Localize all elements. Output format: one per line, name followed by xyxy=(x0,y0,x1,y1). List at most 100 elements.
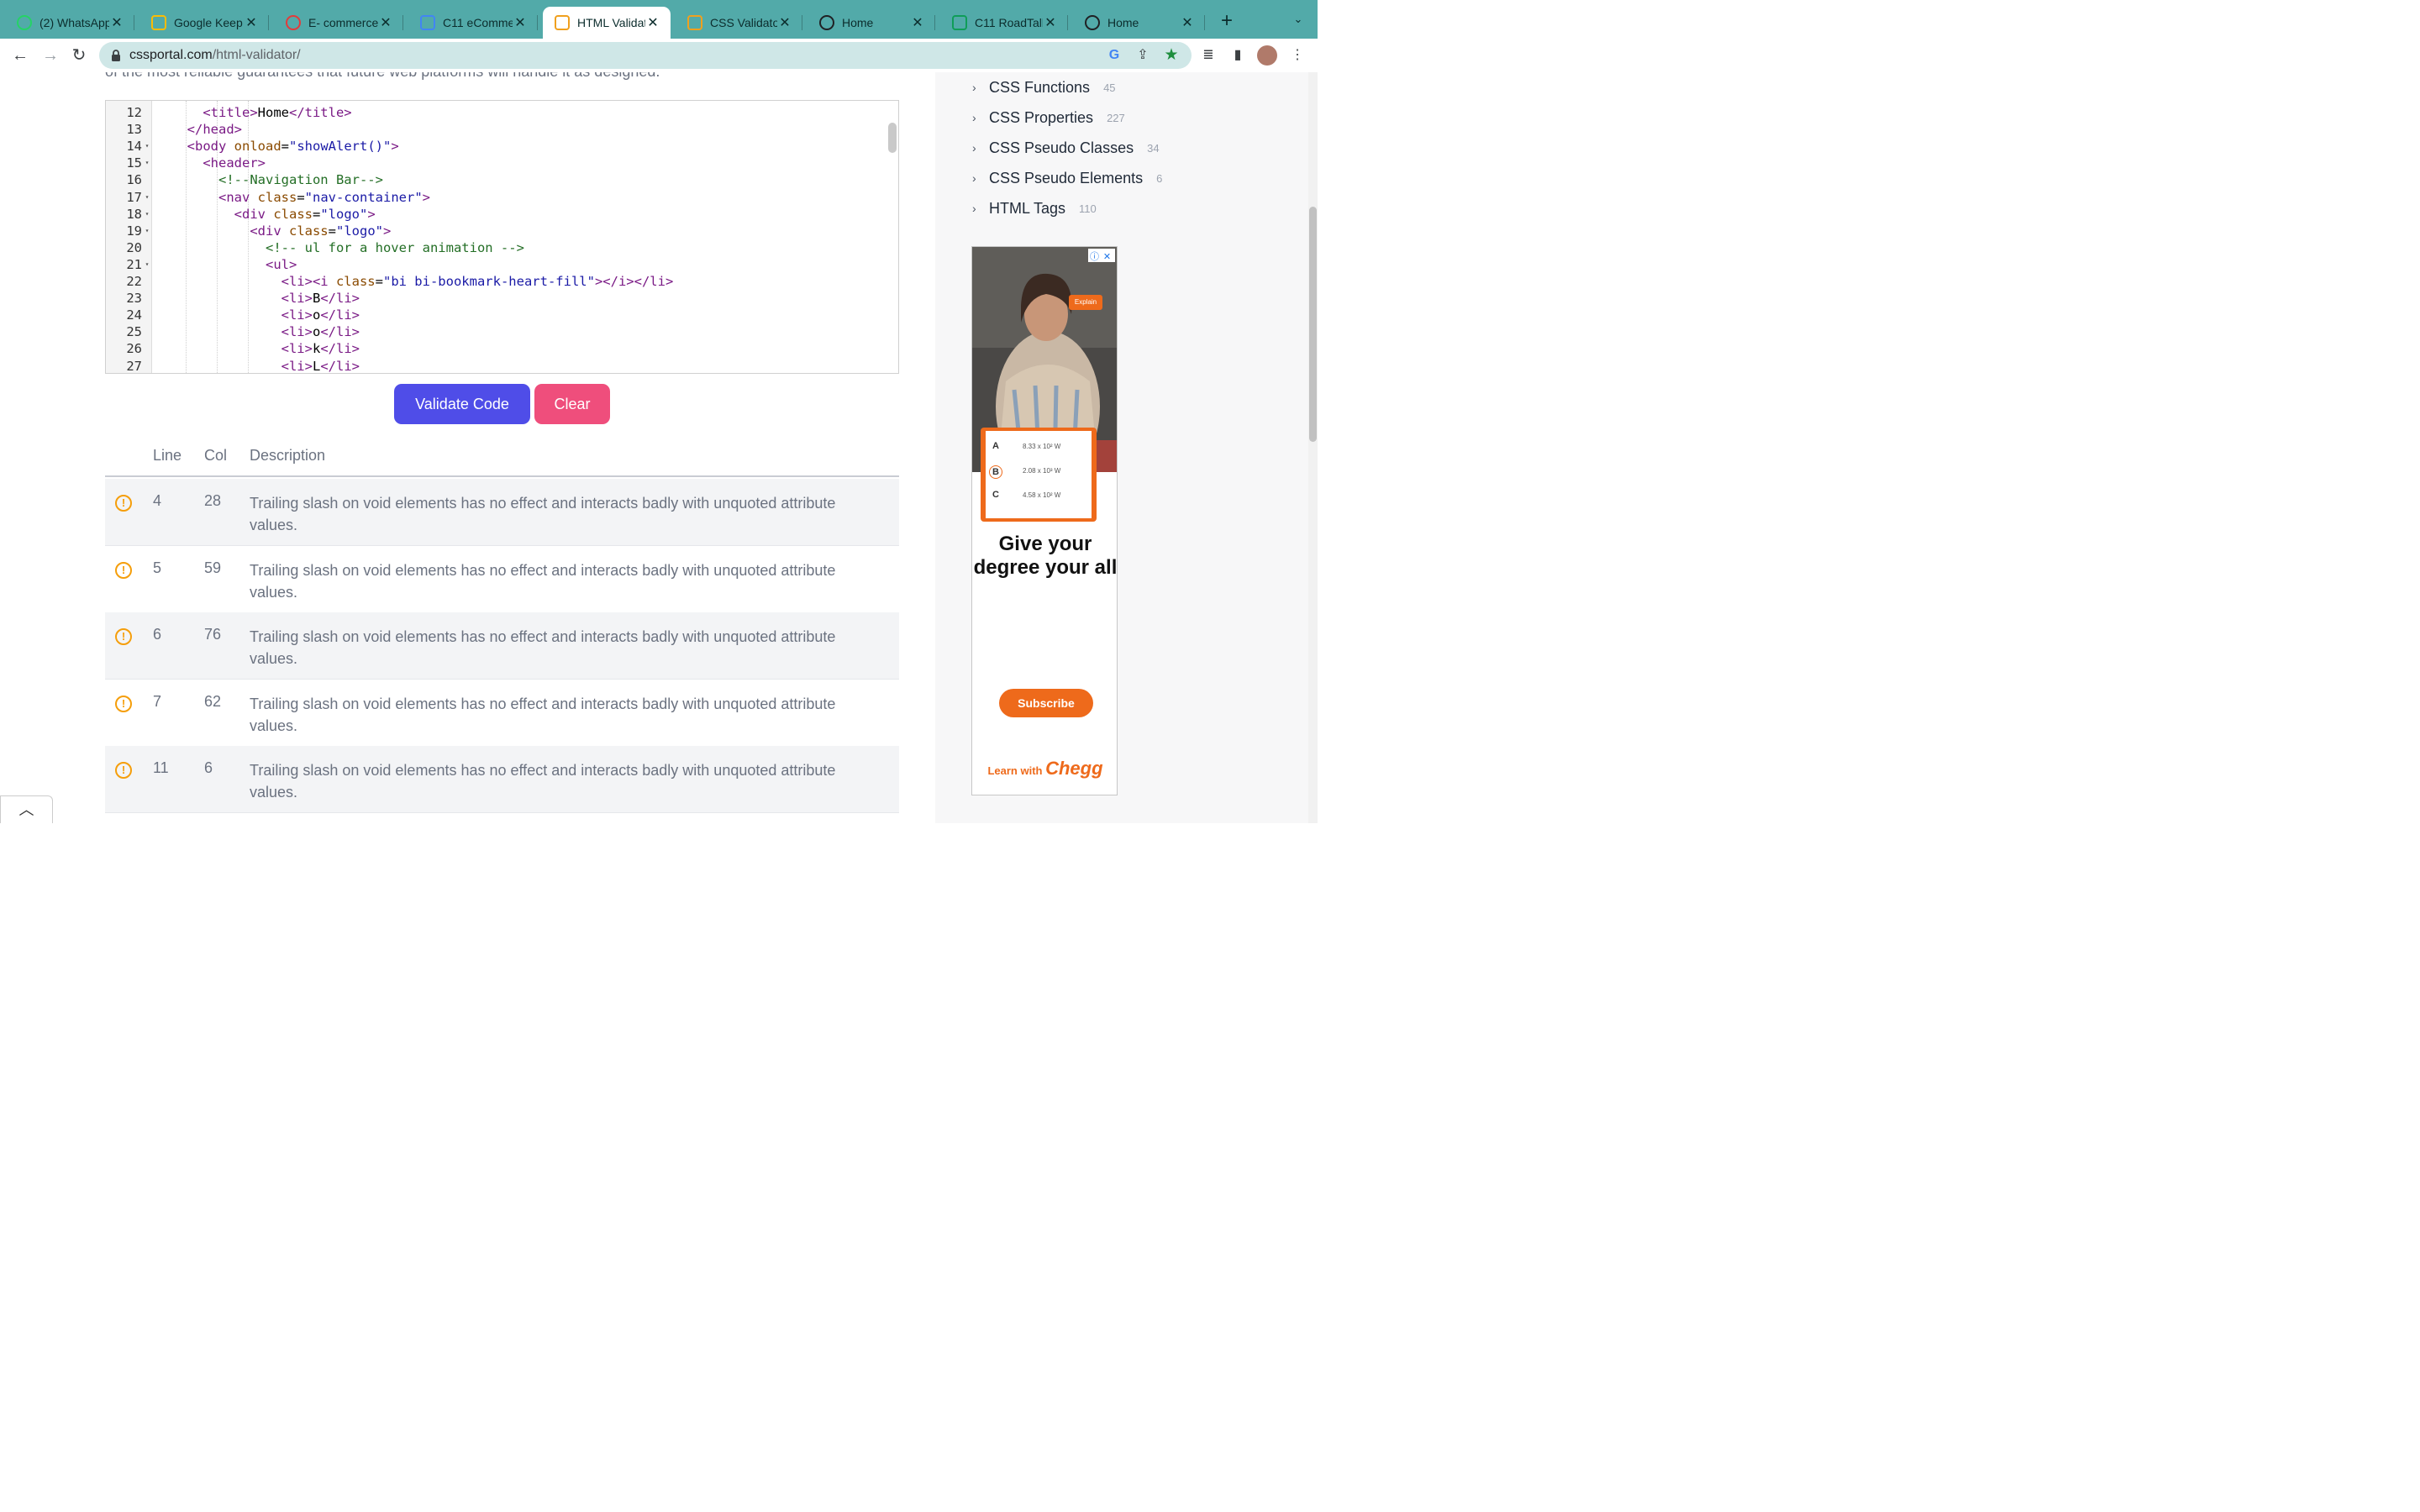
code-token: Home xyxy=(257,105,289,120)
fold-arrow-icon[interactable]: ▾ xyxy=(143,155,151,171)
chegg-logo: Learn with Chegg xyxy=(987,758,1103,779)
ad-explain-badge: Explain xyxy=(1069,295,1102,310)
fold-arrow-icon[interactable]: ▾ xyxy=(143,138,151,155)
result-col: 28 xyxy=(204,492,222,509)
code-line[interactable]: 23 <li>B</li> xyxy=(106,290,898,307)
lock-icon xyxy=(112,50,120,61)
address-bar[interactable]: cssportal.com/html-validator/ G ⇪ ★ xyxy=(99,42,1192,69)
code-line[interactable]: 24 <li>o</li> xyxy=(106,307,898,323)
code-editor[interactable]: 12 <title>Home</title> 13 </head> 14 ▾ <bod… xyxy=(105,100,899,374)
browser-tab[interactable]: Google Keep ✕ xyxy=(139,7,269,39)
tab-separator xyxy=(537,15,538,30)
tab-close-icon[interactable]: ✕ xyxy=(1180,14,1195,31)
sidebar-item[interactable]: › HTML Tags 110 xyxy=(972,198,1097,218)
code-token: <ul> xyxy=(171,256,297,272)
clear-button[interactable]: Clear xyxy=(534,384,610,424)
ad-subscribe-button[interactable]: Subscribe xyxy=(999,689,1093,717)
tab-close-icon[interactable]: ✕ xyxy=(1043,14,1058,31)
code-token: class xyxy=(273,206,313,222)
warning-icon: ! xyxy=(115,628,132,645)
result-row: ! 5 59 Trailing slash on void elements has … xyxy=(105,546,899,613)
code-line[interactable]: 16 <!--Navigation Bar--> xyxy=(106,171,898,188)
browser-tab[interactable]: (2) WhatsApp ✕ xyxy=(5,7,134,39)
code-token: > xyxy=(391,139,399,155)
ad-option-letter: B xyxy=(989,465,1002,479)
code-token: = xyxy=(313,206,321,222)
sidebar-item-count: 227 xyxy=(1107,111,1125,124)
code-token: </li> xyxy=(320,324,360,340)
page-scrollbar[interactable] xyxy=(1308,72,1318,823)
line-number: 25 xyxy=(126,324,142,340)
code-line[interactable]: 13 </head> xyxy=(106,121,898,138)
browser-tab[interactable]: Home ✕ xyxy=(808,7,935,39)
code-token: > xyxy=(383,223,392,239)
ad-close-icon[interactable]: ✕ xyxy=(1101,251,1113,264)
new-tab-button[interactable]: + xyxy=(1216,10,1238,32)
ad-option-letter: C xyxy=(992,490,999,500)
fold-arrow-icon[interactable]: ▾ xyxy=(143,256,151,273)
code-text: <li>o</li> xyxy=(171,323,360,340)
tab-title: Google Keep xyxy=(174,16,243,29)
tab-close-icon[interactable]: ✕ xyxy=(244,14,259,31)
tab-close-icon[interactable]: ✕ xyxy=(777,14,792,31)
back-arrow-icon[interactable]: ← xyxy=(8,44,32,67)
fold-arrow-icon[interactable]: ▾ xyxy=(143,206,151,223)
share-icon[interactable]: ⇪ xyxy=(1133,45,1153,66)
browser-tab[interactable]: HTML Validato✕ xyxy=(543,7,671,39)
browser-tab[interactable]: C11 eCommerc✕ xyxy=(408,7,538,39)
browser-tab[interactable]: E- commerce ✕ xyxy=(274,7,403,39)
code-line[interactable]: 15 ▾ <header> xyxy=(106,155,898,171)
fold-arrow-icon[interactable]: ▾ xyxy=(143,189,151,206)
bookmark-star-icon[interactable]: ★ xyxy=(1161,45,1181,66)
validate-code-button[interactable]: Validate Code xyxy=(394,384,530,424)
editor-scrollbar-thumb[interactable] xyxy=(888,123,897,153)
tab-close-icon[interactable]: ✕ xyxy=(109,14,124,31)
forward-arrow-icon[interactable]: → xyxy=(39,44,62,67)
code-line[interactable]: 18 ▾ <div class="logo"> xyxy=(106,206,898,223)
code-line[interactable]: 25 <li>o</li> xyxy=(106,323,898,340)
chegg-advertisement[interactable]: ⓘ ✕ A 8.33 x 10² W B 2.08 x 10³ W C 4.58 x 10²… xyxy=(971,246,1118,795)
profile-avatar[interactable] xyxy=(1257,45,1277,66)
code-token: </li> xyxy=(320,358,360,374)
kebab-menu-icon[interactable]: ⋮ xyxy=(1287,45,1307,66)
sidebar-item[interactable]: › CSS Properties 227 xyxy=(972,108,1125,128)
code-line[interactable]: 19 ▾ <div class="logo"> xyxy=(106,223,898,239)
sidebar-item[interactable]: › CSS Pseudo Classes 34 xyxy=(972,138,1160,158)
tab-close-icon[interactable]: ✕ xyxy=(513,14,528,31)
whatsapp-icon xyxy=(17,15,32,30)
tab-close-icon[interactable]: ✕ xyxy=(378,14,393,31)
reload-icon[interactable]: ↻ xyxy=(67,44,91,67)
browser-tab[interactable]: CSS Validator ✕ xyxy=(676,7,802,39)
tab-close-icon[interactable]: ✕ xyxy=(645,14,660,31)
browser-tab[interactable]: C11 RoadTalks✕ xyxy=(940,7,1068,39)
code-line[interactable]: 21 ▾ <ul> xyxy=(106,256,898,273)
page-scrollbar-thumb[interactable] xyxy=(1309,207,1317,442)
side-panel-icon[interactable]: ▮ xyxy=(1228,45,1248,66)
scroll-to-top-chevron-icon[interactable]: ︿ xyxy=(0,795,53,823)
result-row: ! 6 76 Trailing slash on void elements has … xyxy=(105,612,899,680)
code-line[interactable]: 26 <li>k</li> xyxy=(106,340,898,357)
ad-info-icon[interactable]: ⓘ xyxy=(1088,251,1101,264)
code-line[interactable]: 22 <li><i class="bi bi-bookmark-heart-fi… xyxy=(106,273,898,290)
code-token: class xyxy=(257,189,297,205)
ad-option-value: 4.58 x 10² W xyxy=(1023,491,1061,499)
line-number: 14 xyxy=(126,139,142,155)
google-lens-icon[interactable]: G xyxy=(1104,45,1124,66)
browser-tab[interactable]: Home ✕ xyxy=(1073,7,1205,39)
media-controls-icon[interactable]: ≣ xyxy=(1198,45,1218,66)
code-token: = xyxy=(375,274,383,289)
sidebar-item[interactable]: › CSS Pseudo Elements 6 xyxy=(972,168,1162,188)
tab-search-chevron-icon[interactable]: ⌄ xyxy=(1290,13,1307,29)
line-number: 21 xyxy=(126,256,142,272)
tab-close-icon[interactable]: ✕ xyxy=(910,14,925,31)
code-line[interactable]: 27 <li>L</li> xyxy=(106,358,898,374)
chevron-right-icon: › xyxy=(972,171,976,185)
code-line[interactable]: 17 ▾ <nav class="nav-container"> xyxy=(106,189,898,206)
fold-arrow-icon[interactable]: ▾ xyxy=(143,223,151,239)
globe-icon xyxy=(1085,15,1100,30)
code-token: o xyxy=(312,307,321,323)
code-line[interactable]: 14 ▾ <body onload="showAlert()"> xyxy=(106,138,898,155)
code-line[interactable]: 20 <!-- ul for a hover animation --> xyxy=(106,239,898,256)
code-line[interactable]: 12 <title>Home</title> xyxy=(106,104,898,121)
sidebar-item[interactable]: › CSS Functions 45 xyxy=(972,77,1116,97)
